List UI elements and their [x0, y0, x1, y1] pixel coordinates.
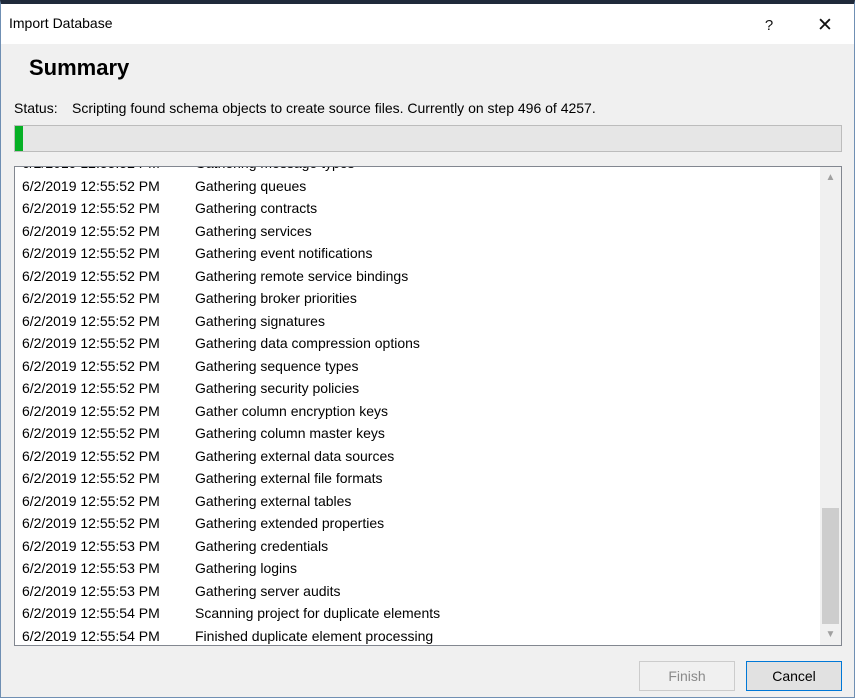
- import-database-dialog: Import Database ? ✕ Summary Status: Scrip…: [0, 0, 855, 698]
- log-message: Gathering remote service bindings: [195, 267, 409, 284]
- log-row[interactable]: 6/2/2019 12:55:52 PM Gathering queues: [15, 175, 819, 198]
- log-row[interactable]: 6/2/2019 12:55:52 PM Gathering services: [15, 220, 819, 243]
- log-message: Gathering external data sources: [195, 447, 395, 464]
- log-message: Gathering broker priorities: [195, 290, 357, 306]
- progress-bar: [14, 125, 842, 152]
- finish-button[interactable]: Finish: [639, 661, 735, 691]
- log-time: 6/2/2019 12:55:52 PM: [22, 470, 160, 486]
- log-message: Gathering server audits: [195, 582, 341, 599]
- log-row[interactable]: 6/2/2019 12:55:52 PM Gathering sequence t…: [15, 355, 819, 378]
- log-time: 6/2/2019 12:55:52 PM: [22, 357, 160, 374]
- log-message: Gathering event notifications: [195, 245, 373, 261]
- close-icon: ✕: [817, 14, 833, 36]
- title-bar: Import Database ? ✕: [1, 4, 854, 44]
- vertical-scrollbar[interactable]: ▲ ▼: [820, 167, 841, 645]
- log-message: Gathering signatures: [195, 312, 325, 329]
- log-row[interactable]: 6/2/2019 12:55:52 PM Gathering security p…: [15, 377, 819, 400]
- log-time: 6/2/2019 12:55:52 PM: [22, 335, 160, 351]
- scroll-down-button[interactable]: ▼: [820, 624, 841, 645]
- log-time: 6/2/2019 12:55:52 PM: [22, 267, 160, 284]
- log-message: Scanning project for duplicate elements: [195, 605, 441, 621]
- log-message: Gathering external file formats: [195, 470, 383, 486]
- log-message: Gathering logins: [195, 560, 297, 576]
- log-message: Gathering security policies: [195, 380, 360, 396]
- log-row[interactable]: 6/2/2019 12:55:52 PM Gathering contracts: [15, 197, 819, 220]
- log-time: 6/2/2019 12:55:54 PM: [22, 627, 160, 644]
- log-time: 6/2/2019 12:55:54 PM: [22, 605, 160, 621]
- log-row[interactable]: 6/2/2019 12:55:52 PM Gather column encryp…: [15, 400, 819, 423]
- log-row[interactable]: 6/2/2019 12:55:52 PM Gathering event noti…: [15, 242, 819, 265]
- log-time: 6/2/2019 12:55:53 PM: [22, 582, 160, 599]
- log-message: Gathering contracts: [195, 200, 318, 216]
- log-message: Gathering sequence types: [195, 357, 359, 374]
- log-row[interactable]: 6/2/2019 12:55:52 PM Gathering signatures: [15, 310, 819, 333]
- log-row[interactable]: 6/2/2019 12:55:52 PM Gathering external f…: [15, 467, 819, 490]
- log-row[interactable]: 6/2/2019 12:55:53 PM Gathering logins: [15, 557, 819, 580]
- log-time: 6/2/2019 12:55:52 PM: [22, 222, 160, 239]
- log-time: 6/2/2019 12:55:52 PM: [22, 447, 160, 464]
- help-icon: ?: [764, 16, 774, 34]
- log-row[interactable]: 6/2/2019 12:55:52 PM Gathering remote ser…: [15, 265, 819, 288]
- progress-bar-fill: [15, 126, 24, 151]
- status-row: Status: Scripting found schema objects to…: [14, 100, 596, 116]
- log-time: 6/2/2019 12:55:53 PM: [22, 537, 160, 554]
- log-message: Gathering message types: [195, 167, 355, 175]
- log-row[interactable]: 6/2/2019 12:55:54 PM Scanning project for…: [15, 602, 819, 625]
- status-text: Scripting found schema objects to create…: [72, 100, 596, 116]
- page-title: Summary: [29, 55, 130, 80]
- log-time: 6/2/2019 12:55:52 PM: [22, 177, 160, 194]
- cancel-button[interactable]: Cancel: [746, 661, 842, 691]
- log-message: Gathering services: [195, 222, 312, 239]
- chevron-up-icon: ▲: [825, 172, 836, 183]
- log-list: 6/2/2019 12:55:52 PMGathering message ty…: [15, 167, 819, 646]
- log-time: 6/2/2019 12:55:52 PM: [22, 425, 160, 441]
- log-message: Gather column encryption keys: [195, 402, 388, 419]
- log-time: 6/2/2019 12:55:52 PM: [22, 380, 160, 396]
- log-row[interactable]: 6/2/2019 12:55:52 PM Gathering broker pri…: [15, 287, 819, 310]
- close-button[interactable]: ✕: [804, 10, 846, 40]
- log-time: 6/2/2019 12:55:52 PM: [22, 245, 160, 261]
- log-message: Finished duplicate element processing: [195, 627, 434, 644]
- log-list-box[interactable]: 6/2/2019 12:55:52 PMGathering message ty…: [14, 166, 842, 646]
- log-time: 6/2/2019 12:55:52 PM: [22, 515, 160, 531]
- log-time: 6/2/2019 12:55:52 PM: [22, 200, 160, 216]
- log-time: 6/2/2019 12:55:52 PM: [22, 312, 160, 329]
- log-message: Gathering column master keys: [195, 425, 385, 441]
- log-row[interactable]: 6/2/2019 12:55:53 PM Gathering server aud…: [15, 580, 819, 603]
- log-time: 6/2/2019 12:55:53 PM: [22, 560, 160, 576]
- log-row[interactable]: 6/2/2019 12:55:52 PM Gathering extended p…: [15, 512, 819, 535]
- log-time: 6/2/2019 12:55:52 PM: [15, 167, 195, 175]
- log-time: 6/2/2019 12:55:52 PM: [22, 290, 160, 306]
- log-row[interactable]: 6/2/2019 12:55:54 PM Finished duplicate e…: [15, 625, 819, 646]
- log-row[interactable]: 6/2/2019 12:55:52 PM Gathering column mas…: [15, 422, 819, 445]
- log-row[interactable]: 6/2/2019 12:55:52 PM Gathering data compr…: [15, 332, 819, 355]
- scroll-up-button[interactable]: ▲: [820, 167, 841, 188]
- window-title: Import Database: [9, 15, 113, 31]
- status-label: Status:: [14, 100, 58, 116]
- log-message: Gathering external tables: [195, 492, 352, 509]
- log-time: 6/2/2019 12:55:52 PM: [22, 492, 160, 509]
- log-row[interactable]: 6/2/2019 12:55:52 PMGathering message ty…: [15, 167, 819, 175]
- scroll-thumb[interactable]: [822, 508, 839, 624]
- log-message: Gathering credentials: [195, 537, 329, 554]
- log-row[interactable]: 6/2/2019 12:55:53 PM Gathering credential…: [15, 535, 819, 558]
- log-message: Gathering data compression options: [195, 335, 420, 351]
- log-row[interactable]: 6/2/2019 12:55:52 PM Gathering external t…: [15, 490, 819, 513]
- help-button[interactable]: ?: [748, 10, 790, 40]
- log-message: Gathering extended properties: [195, 515, 385, 531]
- log-time: 6/2/2019 12:55:52 PM: [22, 402, 160, 419]
- log-message: Gathering queues: [195, 177, 307, 194]
- chevron-down-icon: ▼: [825, 629, 836, 640]
- log-row[interactable]: 6/2/2019 12:55:52 PM Gathering external d…: [15, 445, 819, 468]
